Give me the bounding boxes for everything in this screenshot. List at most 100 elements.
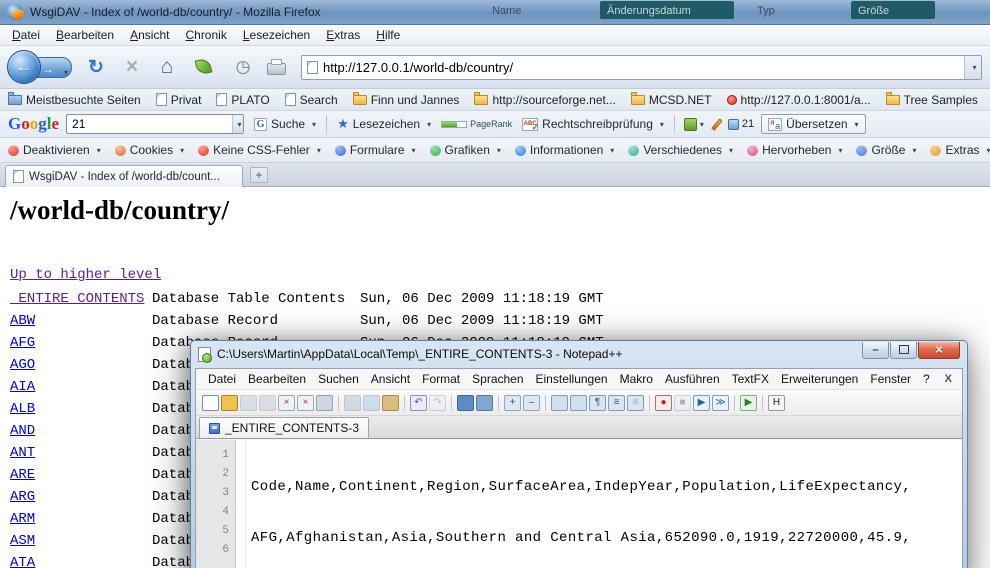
entry-link[interactable]: _ENTIRE_CONTENTS	[10, 291, 144, 307]
entry-link[interactable]: ANT	[10, 445, 35, 461]
autofill-button[interactable]	[682, 116, 706, 133]
firefox-titlebar[interactable]: WsgiDAV - Index of /world-db/country/ - …	[0, 0, 990, 25]
close-button[interactable]	[918, 342, 960, 359]
indent-guide-icon[interactable]: ≡	[627, 395, 644, 411]
find-replace-icon[interactable]	[476, 395, 493, 411]
sync-vertical-icon[interactable]	[551, 395, 568, 411]
npp-menu-bearbeiten[interactable]: Bearbeiten	[242, 370, 312, 388]
bookmark-meistbesuchte-seiten[interactable]: Meistbesuchte Seiten	[8, 93, 141, 107]
entry-link[interactable]: AND	[10, 423, 35, 439]
highlighter-button[interactable]	[713, 116, 721, 133]
bookmark-plato[interactable]: PLATO	[216, 93, 269, 107]
entry-link[interactable]: ARM	[10, 511, 35, 527]
google-search-button[interactable]: Suche	[251, 115, 319, 133]
paste-icon[interactable]	[382, 395, 399, 411]
entry-link[interactable]: ATA	[10, 555, 35, 568]
html-preview-icon[interactable]: H	[768, 395, 785, 411]
copy-icon[interactable]	[363, 395, 380, 411]
cut-icon[interactable]	[344, 395, 361, 411]
webdev-formulare[interactable]: Formulare	[335, 143, 416, 157]
webdev-informationen[interactable]: Informationen	[515, 143, 614, 157]
stop-button[interactable]	[120, 55, 144, 79]
npp-menu-sprachen[interactable]: Sprachen	[466, 370, 529, 388]
notepad-editor[interactable]: 1 2 3 4 5 6 Code,Name,Continent,Region,S…	[196, 440, 962, 568]
find-icon[interactable]	[457, 395, 474, 411]
sync-horizontal-icon[interactable]	[570, 395, 587, 411]
npp-menu-datei[interactable]: Datei	[202, 370, 242, 388]
entry-link[interactable]: ARE	[10, 467, 35, 483]
browser-tab[interactable]: WsgiDAV - Index of /world-db/count...	[5, 165, 243, 187]
menu-datei[interactable]: Datei	[4, 26, 48, 44]
word-wrap-icon[interactable]: ¶	[589, 395, 606, 411]
entry-link[interactable]: AGO	[10, 357, 35, 373]
pagerank-indicator[interactable]: PageRank	[441, 119, 512, 129]
maximize-button[interactable]	[890, 342, 917, 359]
url-input[interactable]	[318, 56, 964, 79]
menu-hilfe[interactable]: Hilfe	[368, 26, 408, 44]
reload-button[interactable]	[84, 55, 108, 79]
spellcheck-button[interactable]: Rechtschreibprüfung	[519, 115, 667, 133]
bookmark-privat[interactable]: Privat	[156, 93, 202, 107]
addon-leaf-icon[interactable]	[195, 58, 213, 76]
up-to-higher-level-link[interactable]: Up to higher level	[10, 267, 161, 283]
open-folder-icon[interactable]	[221, 395, 238, 411]
entry-link[interactable]: AIA	[10, 379, 35, 395]
menu-ansicht[interactable]: Ansicht	[122, 26, 177, 44]
google-search-input[interactable]	[67, 117, 232, 131]
npp-menu-makro[interactable]: Makro	[614, 370, 659, 388]
zoom-in-icon[interactable]: +	[504, 395, 521, 411]
search-term-button[interactable]: 21	[728, 118, 754, 130]
history-clock-icon[interactable]	[231, 55, 255, 79]
webdev-extras[interactable]: Extras	[930, 143, 990, 157]
npp-menu-fenster[interactable]: Fenster	[864, 370, 917, 388]
redo-icon[interactable]: ↷	[429, 395, 446, 411]
google-search-dropdown[interactable]	[232, 115, 243, 133]
npp-menu-textfx[interactable]: TextFX	[726, 370, 775, 388]
run-icon[interactable]: ▶	[740, 395, 757, 411]
google-bookmarks-button[interactable]: Lesezeichen	[334, 114, 434, 134]
url-dropdown-button[interactable]	[964, 56, 981, 79]
save-all-icon[interactable]	[259, 395, 276, 411]
webdev-grafiken[interactable]: Grafiken	[430, 143, 501, 157]
translate-button[interactable]: Übersetzen	[761, 114, 865, 134]
bookmark-tree-samples[interactable]: Tree Samples	[886, 93, 978, 107]
url-bar[interactable]	[301, 55, 982, 80]
webdev-cookies[interactable]: Cookies	[115, 143, 184, 157]
show-all-characters-icon[interactable]: ≡	[608, 395, 625, 411]
menu-extras[interactable]: Extras	[318, 26, 368, 44]
play-macro-icon[interactable]: ▶	[693, 395, 710, 411]
stop-macro-icon[interactable]: ■	[674, 395, 691, 411]
bookmark-sourceforge[interactable]: http://sourceforge.net...	[474, 93, 615, 107]
new-tab-button[interactable]: +	[250, 167, 268, 183]
webdev-groesse[interactable]: Größe	[856, 143, 916, 157]
entry-link[interactable]: ASM	[10, 533, 35, 549]
run-macro-multiple-icon[interactable]: ≫	[712, 395, 729, 411]
entry-link[interactable]: ARG	[10, 489, 35, 505]
bookmark-search[interactable]: Search	[285, 93, 338, 107]
back-button[interactable]	[7, 50, 41, 84]
new-file-icon[interactable]	[202, 395, 219, 411]
webdev-verschiedenes[interactable]: Verschiedenes	[628, 143, 733, 157]
print-icon[interactable]	[316, 395, 333, 411]
code-area[interactable]: Code,Name,Continent,Region,SurfaceArea,I…	[246, 440, 962, 568]
npp-menu-erweiterungen[interactable]: Erweiterungen	[775, 370, 864, 388]
npp-menu-ausfuehren[interactable]: Ausführen	[659, 370, 726, 388]
google-search-box[interactable]	[66, 114, 244, 134]
menu-lesezeichen[interactable]: Lesezeichen	[235, 26, 318, 44]
zoom-out-icon[interactable]: –	[523, 395, 540, 411]
npp-menu-ansicht[interactable]: Ansicht	[365, 370, 416, 388]
npp-menu-einstellungen[interactable]: Einstellungen	[530, 370, 614, 388]
minimize-button[interactable]	[862, 342, 889, 359]
undo-icon[interactable]: ↶	[410, 395, 427, 411]
print-button[interactable]	[267, 63, 286, 75]
menu-chronik[interactable]: Chronik	[177, 26, 234, 44]
notepad-titlebar[interactable]: C:\Users\Martin\AppData\Local\Temp\_ENTI…	[191, 341, 967, 367]
bookmark-finn-und-jannes[interactable]: Finn und Jannes	[353, 93, 460, 107]
menu-bearbeiten[interactable]: Bearbeiten	[48, 26, 122, 44]
home-button[interactable]	[155, 55, 179, 79]
bookmark-mcsd-net[interactable]: MCSD.NET	[631, 93, 712, 107]
npp-menu-help[interactable]: ?	[917, 370, 936, 388]
close-file-icon[interactable]: ×	[278, 395, 295, 411]
notepad-tab[interactable]: _ENTIRE_CONTENTS-3	[199, 417, 369, 438]
entry-link[interactable]: AFG	[10, 335, 35, 351]
